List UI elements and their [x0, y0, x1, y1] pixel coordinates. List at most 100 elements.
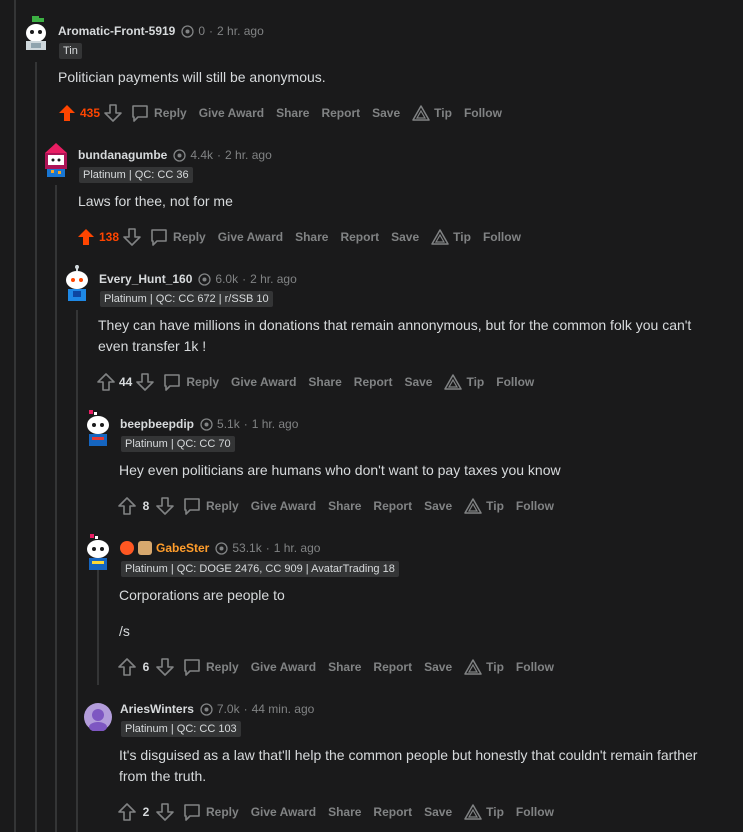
- give-award-button[interactable]: Give Award: [231, 375, 296, 389]
- tip-button[interactable]: Tip: [431, 229, 471, 245]
- avatar[interactable]: [84, 703, 114, 733]
- tip-label: Tip: [486, 499, 504, 513]
- avatar[interactable]: [41, 141, 71, 177]
- report-button[interactable]: Report: [354, 375, 393, 389]
- separator-dot: ·: [242, 272, 247, 286]
- tip-button[interactable]: Tip: [444, 374, 484, 390]
- upvote-icon: [97, 373, 115, 391]
- thread-line[interactable]: [35, 62, 37, 832]
- comment-paragraph: Hey even politicians are humans who don'…: [119, 462, 561, 478]
- follow-button[interactable]: Follow: [496, 375, 534, 389]
- downvote-button[interactable]: [102, 102, 124, 124]
- follow-button[interactable]: Follow: [516, 660, 554, 674]
- downvote-button[interactable]: [134, 371, 156, 393]
- report-button[interactable]: Report: [373, 805, 412, 819]
- reply-button[interactable]: Reply: [130, 103, 187, 123]
- upvote-button[interactable]: [116, 495, 138, 517]
- avatar[interactable]: [83, 410, 113, 446]
- timestamp[interactable]: 1 hr. ago: [252, 417, 299, 431]
- follow-button[interactable]: Follow: [483, 230, 521, 244]
- username[interactable]: bundanagumbe: [78, 148, 167, 162]
- report-button[interactable]: Report: [373, 660, 412, 674]
- downvote-button[interactable]: [121, 226, 143, 248]
- report-button[interactable]: Report: [321, 106, 360, 120]
- downvote-button[interactable]: [154, 801, 176, 823]
- reply-button[interactable]: Reply: [162, 372, 219, 392]
- downvote-button[interactable]: [154, 656, 176, 678]
- timestamp[interactable]: 44 min. ago: [252, 702, 315, 716]
- report-button[interactable]: Report: [340, 230, 379, 244]
- share-button[interactable]: Share: [295, 230, 328, 244]
- karma-icon: [173, 148, 186, 162]
- avatar[interactable]: [21, 16, 51, 50]
- tip-button[interactable]: Tip: [464, 659, 504, 675]
- comment-paragraph: Politician payments will still be anonym…: [58, 69, 326, 85]
- give-award-button[interactable]: Give Award: [218, 230, 283, 244]
- reply-button[interactable]: Reply: [182, 496, 239, 516]
- avatar-badge-icon: [138, 541, 152, 555]
- give-award-button[interactable]: Give Award: [251, 660, 316, 674]
- save-button[interactable]: Save: [424, 499, 452, 513]
- share-button[interactable]: Share: [328, 660, 361, 674]
- timestamp[interactable]: 2 hr. ago: [217, 24, 264, 38]
- tip-button[interactable]: Tip: [464, 498, 504, 514]
- downvote-button[interactable]: [154, 495, 176, 517]
- timestamp[interactable]: 2 hr. ago: [225, 148, 272, 162]
- vote-score: 44: [119, 375, 133, 389]
- username[interactable]: beepbeepdip: [120, 417, 194, 431]
- karma-count: 5.1k: [217, 417, 240, 431]
- upvote-button[interactable]: [116, 801, 138, 823]
- username[interactable]: GabeSter: [156, 541, 209, 555]
- follow-button[interactable]: Follow: [464, 106, 502, 120]
- comment-icon: [184, 498, 200, 515]
- downvote-icon: [156, 497, 174, 515]
- report-button[interactable]: Report: [373, 499, 412, 513]
- reply-button[interactable]: Reply: [182, 657, 239, 677]
- comment-body: Politician payments will still be anonym…: [58, 67, 718, 88]
- comment-icon: [184, 659, 200, 676]
- save-button[interactable]: Save: [391, 230, 419, 244]
- thread-line[interactable]: [55, 185, 57, 832]
- give-award-button[interactable]: Give Award: [199, 106, 264, 120]
- separator-dot: ·: [243, 417, 248, 431]
- username[interactable]: AriesWinters: [120, 702, 194, 716]
- comment-actions: 138 Reply Give Award Share Report Save T…: [75, 225, 521, 249]
- thread-line[interactable]: [97, 570, 99, 685]
- tip-label: Tip: [486, 660, 504, 674]
- username[interactable]: Every_Hunt_160: [99, 272, 192, 286]
- avatar[interactable]: [83, 534, 113, 570]
- thread-line[interactable]: [14, 0, 16, 832]
- save-button[interactable]: Save: [372, 106, 400, 120]
- upvote-icon: [78, 229, 94, 245]
- share-button[interactable]: Share: [328, 805, 361, 819]
- upvote-button[interactable]: [56, 102, 78, 124]
- tip-label: Tip: [466, 375, 485, 389]
- tip-button[interactable]: Tip: [412, 105, 452, 121]
- share-button[interactable]: Share: [308, 375, 341, 389]
- reply-button[interactable]: Reply: [149, 227, 206, 247]
- upvote-button[interactable]: [116, 656, 138, 678]
- upvote-button[interactable]: [75, 226, 97, 248]
- reply-button[interactable]: Reply: [182, 802, 239, 822]
- thread-line[interactable]: [76, 310, 78, 832]
- username[interactable]: Aromatic-Front-5919: [58, 24, 175, 38]
- tip-triangle-icon: [444, 374, 463, 390]
- tip-label: Tip: [434, 106, 452, 120]
- karma-count: 6.0k: [215, 272, 239, 286]
- timestamp[interactable]: 2 hr. ago: [250, 272, 297, 286]
- give-award-button[interactable]: Give Award: [251, 499, 316, 513]
- timestamp[interactable]: 1 hr. ago: [274, 541, 321, 555]
- follow-button[interactable]: Follow: [516, 805, 554, 819]
- avatar[interactable]: [62, 265, 92, 301]
- save-button[interactable]: Save: [404, 375, 432, 389]
- give-award-button[interactable]: Give Award: [251, 805, 316, 819]
- share-button[interactable]: Share: [276, 106, 309, 120]
- save-button[interactable]: Save: [424, 660, 452, 674]
- follow-button[interactable]: Follow: [516, 499, 554, 513]
- upvote-button[interactable]: [95, 371, 117, 393]
- share-button[interactable]: Share: [328, 499, 361, 513]
- separator-dot: ·: [209, 24, 214, 38]
- save-button[interactable]: Save: [424, 805, 452, 819]
- user-flair: Platinum | QC: CC 672 | r/SSB 10: [100, 291, 273, 307]
- tip-button[interactable]: Tip: [464, 804, 504, 820]
